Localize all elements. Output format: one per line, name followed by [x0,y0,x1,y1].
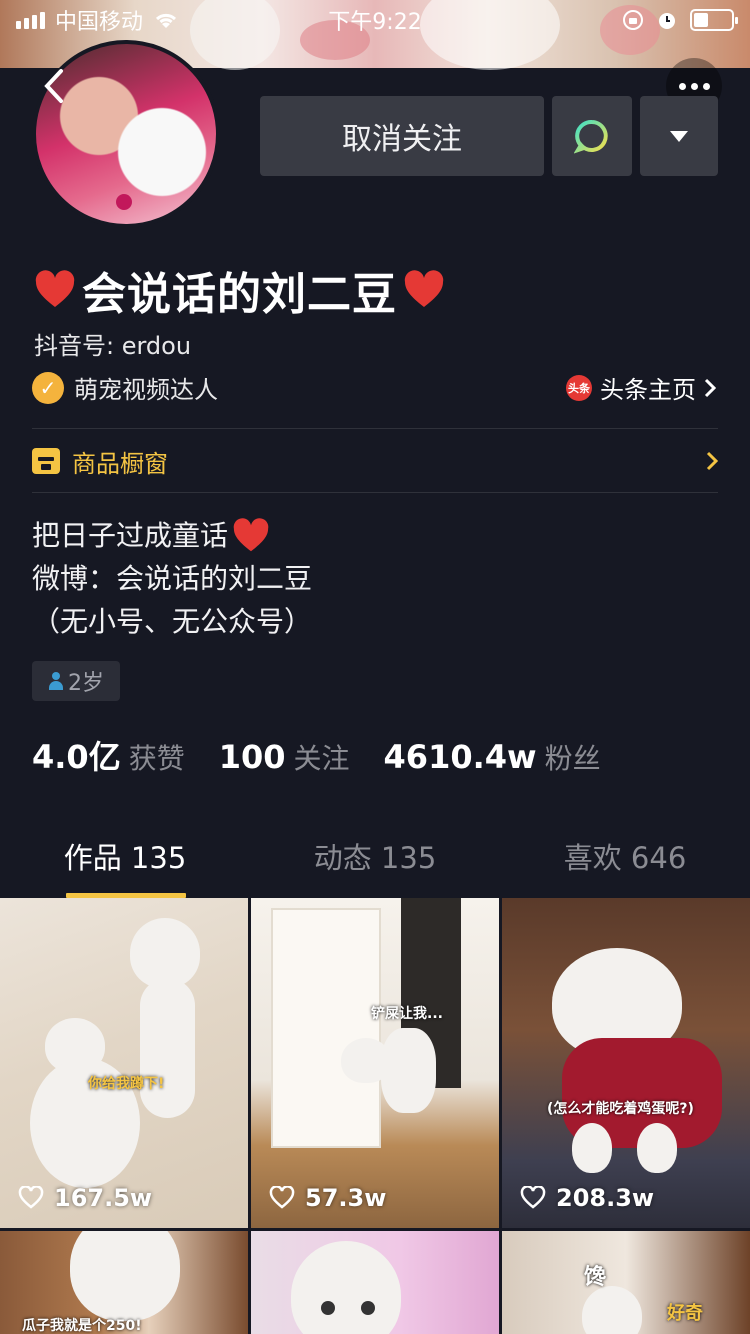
tab-likes[interactable]: 喜欢 646 [500,826,750,898]
like-count: 57.3w [269,1184,386,1212]
battery-icon [690,9,738,31]
bio: 把日子过成童话 微博：会说话的刘二豆 （无小号、无公众号） [32,514,312,643]
video-caption: 馋 [584,1265,607,1290]
stat-likes: 4.0亿 获赞 [32,732,185,778]
signal-icon [16,11,45,29]
stat-label: 关注 [293,742,350,775]
video-caption: 瓜子我就是个250! [22,1318,142,1334]
toutiao-link-label: 头条主页 [600,376,696,404]
triangle-down-icon [670,130,688,142]
recommend-dropdown-button[interactable] [640,96,718,176]
tab-updates[interactable]: 动态 135 [250,826,500,898]
chat-bubble-icon [574,120,608,154]
content-tabs: 作品 135 动态 135 喜欢 646 [0,826,750,898]
video-caption: (怎么才能吃着鸡蛋呢?) [547,1101,694,1117]
verification-badge: ✓ 萌宠视频达人 [32,370,218,405]
bio-line-3: （无小号、无公众号） [32,605,313,638]
toutiao-homepage-link[interactable]: 头条 头条主页 [566,370,716,405]
carrier-label: 中国移动 [55,10,144,35]
stat-followers[interactable]: 4610.4w 粉丝 [384,737,601,777]
heart-emoji-icon [404,270,444,307]
video-caption: 铲屎让我... [371,1006,443,1022]
heart-outline-icon [520,1186,546,1209]
age-label: 2岁 [68,671,104,696]
stat-value: 100 [218,738,286,776]
like-count: 208.3w [520,1184,654,1212]
unfollow-button[interactable]: 取消关注 [260,96,544,176]
video-caption: 好奇 [667,1303,703,1324]
video-thumbnail[interactable]: 瓜子我就是个250! [0,1231,248,1334]
chevron-right-icon [704,378,716,397]
message-button[interactable] [552,96,632,176]
heart-outline-icon [269,1186,295,1209]
douyin-id: 抖音号: erdou [34,332,192,360]
video-grid: 你给我蹲下! 167.5w 铲屎让我... 57.3w (怎么才能吃着鸡蛋呢?)… [0,898,750,1334]
heart-emoji-icon [35,270,75,307]
like-count-value: 167.5w [54,1184,153,1212]
chevron-left-icon [44,69,63,103]
tab-works[interactable]: 作品 135 [0,826,250,898]
profile-name: 会说话的刘二豆 [34,258,445,322]
video-thumbnail[interactable] [251,1231,499,1334]
alarm-icon [659,13,675,29]
divider [32,492,718,493]
toutiao-icon: 头条 [566,374,592,401]
chevron-right-icon [706,451,718,471]
stats-row: 4.0亿 获赞 100 关注 4610.4w 粉丝 [32,732,601,778]
bio-line-2: 微博：会说话的刘二豆 [32,562,313,595]
status-bar: 中国移动 下午9:22 [0,0,750,40]
heart-emoji-icon [233,517,269,551]
video-thumbnail[interactable]: (怎么才能吃着鸡蛋呢?) 208.3w [502,898,750,1228]
stat-value: 4.0亿 [32,738,121,776]
video-thumbnail[interactable]: 你给我蹲下! 167.5w [0,898,248,1228]
wifi-icon [155,13,177,28]
video-caption: 你给我蹲下! [88,1076,165,1092]
video-thumbnail[interactable]: 馋 好奇 [502,1231,750,1334]
verified-check-icon: ✓ [32,371,64,404]
shop-window-row[interactable]: 商品橱窗 [32,444,718,478]
person-icon [48,672,64,690]
video-thumbnail[interactable]: 铲屎让我... 57.3w [251,898,499,1228]
stat-label: 获赞 [128,742,185,775]
bio-line-1: 把日子过成童话 [32,519,229,552]
like-count: 167.5w [18,1184,152,1212]
profile-name-text: 会说话的刘二豆 [82,269,397,320]
divider [32,428,718,429]
stat-label: 粉丝 [544,742,601,775]
stat-value: 4610.4w [383,738,537,776]
shop-icon [32,448,60,474]
shop-window-label: 商品橱窗 [72,449,168,478]
back-button[interactable] [24,56,84,116]
rotation-lock-icon [623,10,643,30]
like-count-value: 208.3w [556,1184,655,1212]
like-count-value: 57.3w [305,1184,387,1212]
verification-label: 萌宠视频达人 [74,376,218,404]
heart-outline-icon [18,1186,44,1209]
age-tag: 2岁 [32,661,120,701]
stat-following[interactable]: 100 关注 [219,737,350,777]
